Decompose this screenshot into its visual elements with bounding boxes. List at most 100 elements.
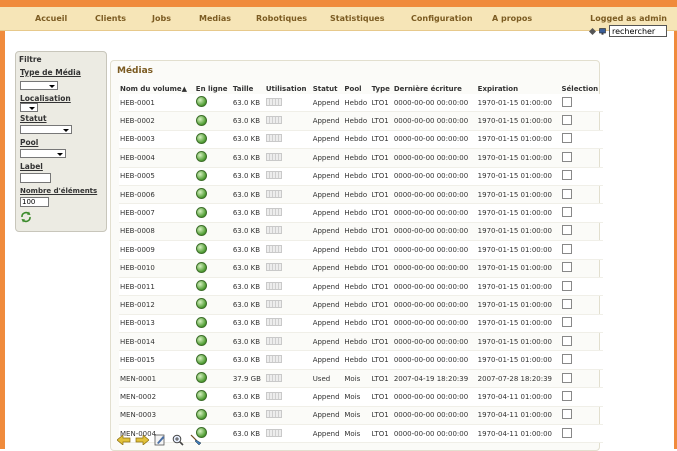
table-row[interactable]: HEB-0002 63.0 KB Append Hebdo LTO1 0000-00-00… [119, 111, 603, 131]
table-row[interactable]: HEB-0005 63.0 KB Append Hebdo LTO1 0000-00-00… [119, 167, 603, 186]
selection-checkbox[interactable] [561, 335, 572, 346]
table-row[interactable]: HEB-0013 63.0 KB Append Hebdo LTO1 0000-00-00… [119, 314, 603, 334]
medias-panel: Médias Nom du volume▲ En ligne Taille Ut… [110, 60, 603, 451]
online-status-icon [195, 224, 207, 236]
table-row[interactable]: HEB-0011 63.0 KB Append Hebdo LTO1 0000-00-00… [119, 277, 603, 297]
expiration: 1970-01-15 01:00:00 [476, 203, 561, 223]
nav-clients[interactable]: Clients [95, 14, 126, 23]
col-utilisation[interactable]: Utilisation [265, 84, 312, 94]
table-row[interactable]: MEN-0003 63.0 KB Append Mois LTO1 0000-00-00 … [119, 406, 603, 426]
arrow-right-icon[interactable] [135, 434, 149, 446]
col-expiration[interactable]: Expiration [477, 84, 561, 94]
selection-checkbox[interactable] [561, 243, 572, 254]
monitor-icon[interactable] [599, 27, 606, 35]
zoom-icon[interactable] [171, 434, 185, 446]
nav-medias[interactable]: Medias [199, 14, 231, 23]
selection-checkbox[interactable] [561, 115, 572, 126]
table-row[interactable]: HEB-0015 63.0 KB Append Hebdo LTO1 0000-00-00… [119, 350, 603, 370]
online-status-icon-cell [194, 314, 232, 334]
nav-accueil[interactable]: Accueil [35, 14, 67, 23]
volume-size: 63.0 KB [231, 314, 265, 334]
usage-bar [265, 226, 282, 235]
online-status-icon-cell [194, 240, 232, 260]
table-row[interactable]: MEN-0001 37.9 GB Used Mois LTO1 2007-04-19 18… [119, 369, 603, 389]
usage-bar-cell [264, 111, 312, 131]
online-status-icon [195, 206, 207, 218]
selection-checkbox[interactable] [561, 298, 572, 309]
last-write: 0000-00-00 00:00:00 [392, 185, 477, 205]
selection-checkbox-cell [560, 94, 603, 113]
table-row[interactable]: HEB-0010 63.0 KB Append Hebdo LTO1 0000-00-00… [119, 259, 603, 278]
table-row[interactable]: HEB-0007 63.0 KB Append Hebdo LTO1 0000-00-00… [119, 203, 603, 223]
volume-name: MEN-0002 [119, 387, 195, 407]
localisation-select[interactable] [20, 103, 38, 112]
nav-a-propos[interactable]: A propos [492, 14, 532, 23]
table-row[interactable]: HEB-0014 63.0 KB Append Hebdo LTO1 0000-00-00… [119, 332, 603, 352]
online-status-icon-cell [194, 369, 232, 389]
statut-select[interactable] [20, 125, 72, 134]
selection-checkbox[interactable] [561, 170, 572, 181]
logged-as: Logged as admin [590, 14, 667, 23]
selection-checkbox[interactable] [561, 96, 572, 107]
table-row[interactable]: HEB-0008 63.0 KB Append Hebdo LTO1 0000-00-00… [119, 222, 603, 242]
expiration: 1970-01-15 01:00:00 [476, 94, 561, 113]
expiration: 1970-01-15 01:00:00 [476, 185, 561, 205]
last-write: 0000-00-00 00:00:00 [392, 111, 477, 131]
selection-checkbox[interactable] [561, 317, 572, 328]
selection-checkbox[interactable] [561, 262, 572, 273]
usage-bar-cell [264, 387, 312, 407]
table-row[interactable]: HEB-0012 63.0 KB Append Hebdo LTO1 0000-00-00… [119, 295, 603, 315]
diamond-icon[interactable] [589, 27, 596, 35]
volume-status: Append [311, 130, 344, 150]
table-row[interactable]: MEN-0002 63.0 KB Append Mois LTO1 0000-00-00 … [119, 387, 603, 407]
nav-robotiques[interactable]: Robotiques [256, 14, 307, 23]
selection-checkbox[interactable] [561, 188, 572, 199]
volume-pool: Hebdo [343, 148, 371, 168]
volume-size: 63.0 KB [231, 424, 265, 444]
label-input[interactable] [20, 173, 51, 183]
col-nom-volume[interactable]: Nom du volume▲ [119, 84, 195, 94]
table-row[interactable]: HEB-0001 63.0 KB Append Hebdo LTO1 0000-00-00… [119, 94, 603, 113]
usage-bar-cell [264, 222, 312, 242]
last-write: 0000-00-00 00:00:00 [392, 203, 477, 223]
selection-checkbox[interactable] [561, 151, 572, 162]
refresh-icon[interactable] [20, 211, 32, 225]
table-row[interactable]: HEB-0009 63.0 KB Append Hebdo LTO1 0000-00-00… [119, 240, 603, 260]
table-row[interactable]: HEB-0004 63.0 KB Append Hebdo LTO1 0000-00-00… [119, 148, 603, 168]
selection-checkbox[interactable] [561, 372, 572, 383]
selection-checkbox-cell [560, 387, 603, 407]
nombre-elements-input[interactable] [20, 197, 49, 207]
volume-name: HEB-0001 [119, 94, 195, 113]
table-row[interactable]: HEB-0006 63.0 KB Append Hebdo LTO1 0000-00-00… [119, 185, 603, 205]
table-row[interactable]: HEB-0003 63.0 KB Append Hebdo LTO1 0000-00-00… [119, 130, 603, 150]
col-pool[interactable]: Pool [343, 84, 370, 94]
selection-checkbox[interactable] [561, 390, 572, 401]
nav-statistiques[interactable]: Statistiques [330, 14, 385, 23]
pool-select[interactable] [20, 149, 66, 158]
col-type[interactable]: Type [371, 84, 393, 94]
selection-checkbox[interactable] [561, 225, 572, 236]
col-derniere-ecriture[interactable]: Dernière écriture [393, 84, 477, 94]
selection-checkbox[interactable] [561, 354, 572, 365]
selection-checkbox[interactable] [561, 207, 572, 218]
volume-status: Used [311, 369, 344, 389]
volume-type: LTO1 [370, 240, 393, 260]
search-input[interactable] [609, 25, 667, 37]
col-en-ligne[interactable]: En ligne [195, 84, 232, 94]
type-media-select[interactable] [20, 81, 58, 90]
selection-checkbox[interactable] [561, 427, 572, 438]
col-taille[interactable]: Taille [232, 84, 265, 94]
nav-configuration[interactable]: Configuration [411, 14, 473, 23]
arrow-left-icon[interactable] [117, 434, 131, 446]
selection-checkbox-cell [560, 130, 603, 150]
selection-checkbox[interactable] [561, 409, 572, 420]
col-statut[interactable]: Statut [312, 84, 344, 94]
nav-jobs[interactable]: Jobs [152, 14, 171, 23]
volume-type: LTO1 [370, 130, 393, 150]
edit-icon[interactable] [153, 434, 167, 446]
broom-icon[interactable] [189, 434, 203, 446]
selection-checkbox[interactable] [561, 133, 572, 144]
selection-checkbox[interactable] [561, 280, 572, 291]
online-status-icon-cell [194, 111, 232, 131]
volume-type: LTO1 [370, 148, 393, 168]
